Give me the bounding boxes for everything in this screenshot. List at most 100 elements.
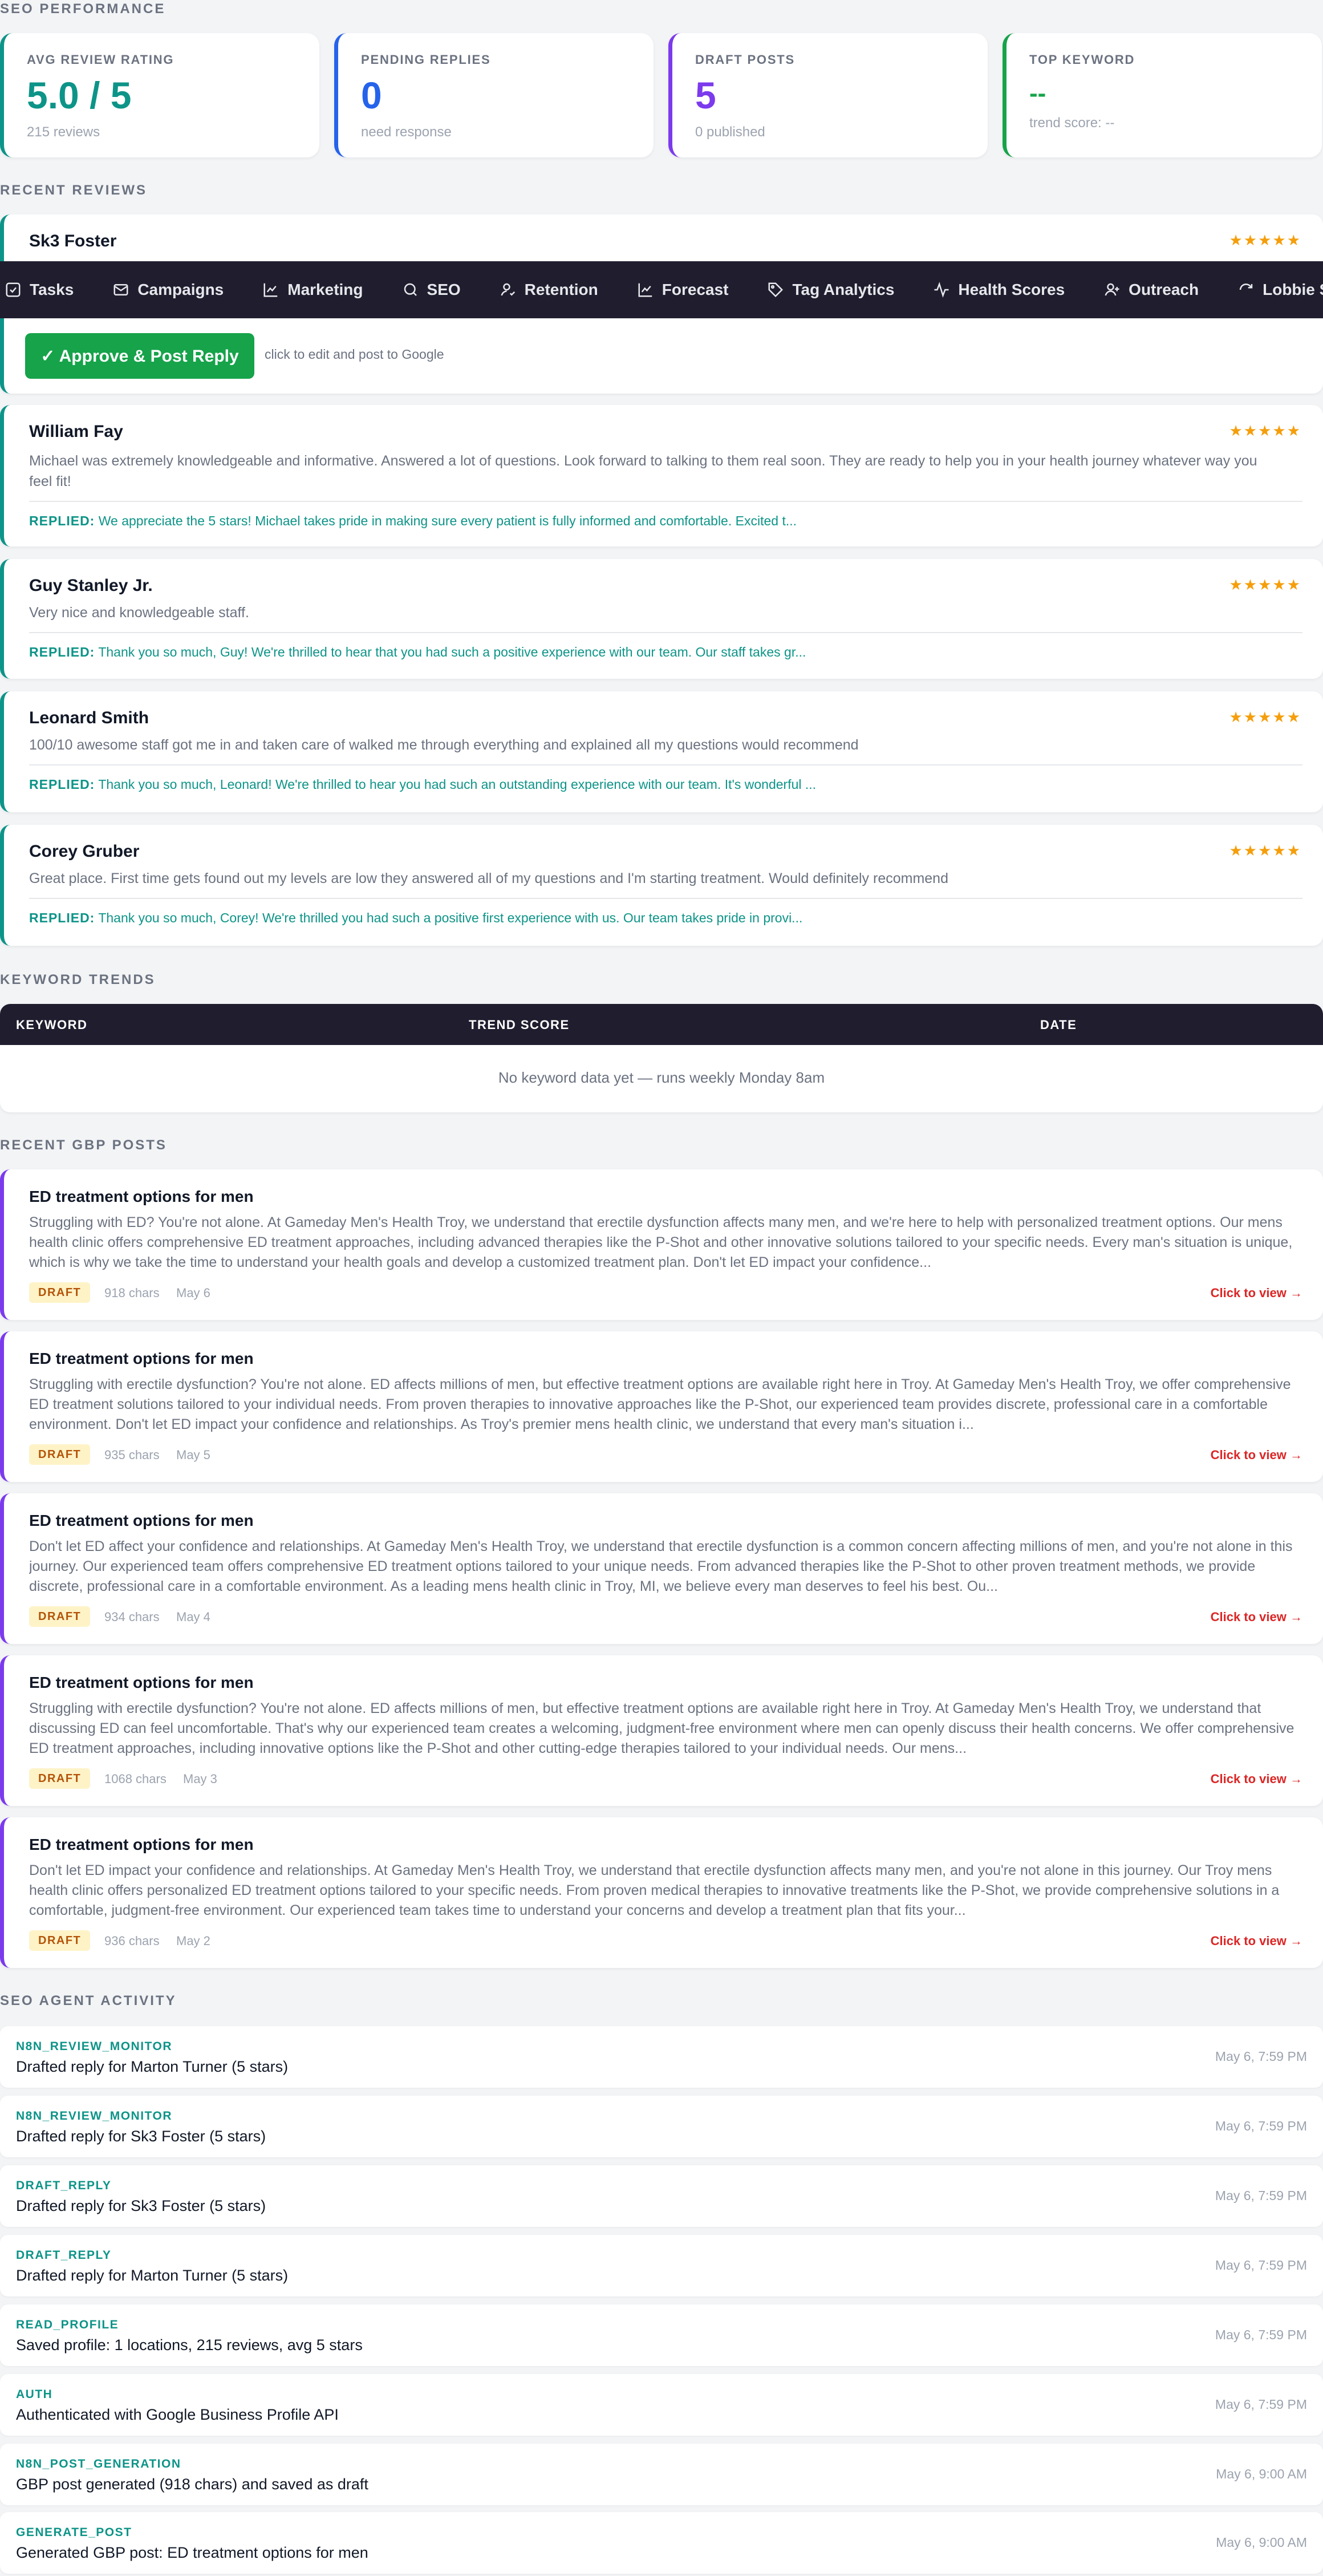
approve-hint-text: click to edit and post to Google (265, 347, 444, 362)
stat-value: -- (1029, 79, 1046, 107)
nav-item-campaigns[interactable]: Campaigns (112, 281, 224, 299)
click-to-view-link[interactable]: Click to view → (1211, 1934, 1302, 1949)
stat-label: DRAFT POSTS (695, 52, 796, 67)
activity-time: May 6, 7:59 PM (1215, 2397, 1307, 2412)
section-title-keyword-trends: KEYWORD TRENDS (0, 972, 156, 987)
review-card: Guy Stanley Jr. ★★★★★ Very nice and know… (0, 559, 1323, 679)
nav-item-lobbie-sync[interactable]: Lobbie Sync (1237, 281, 1323, 299)
refresh-icon (1239, 283, 1253, 290)
nav-item-label: Tag Analytics (792, 281, 895, 298)
nav-item-forecast[interactable]: Forecast (637, 281, 728, 299)
review-text: 100/10 awesome staff got me in and taken… (29, 737, 859, 753)
activity-agent: DRAFT_REPLY (16, 2179, 112, 2192)
reviewer-name: William Fay (29, 422, 123, 441)
activity-agent: READ_PROFILE (16, 2318, 119, 2331)
post-char-count: 918 chars (104, 1286, 160, 1300)
post-title: ED treatment options for men (29, 1188, 254, 1205)
post-char-count: 935 chars (104, 1448, 160, 1462)
activity-item: N8N_POST_GENERATION GBP post generated (… (0, 2444, 1323, 2505)
post-title: ED treatment options for men (29, 1350, 254, 1367)
click-to-view-link[interactable]: Click to view → (1211, 1286, 1302, 1301)
stat-value: 5.0 / 5 (27, 74, 132, 116)
stat-label: AVG REVIEW RATING (27, 52, 174, 67)
stat-card-avg-rating: AVG REVIEW RATING 5.0 / 5 215 reviews (0, 33, 319, 157)
activity-item: DRAFT_REPLY Drafted reply for Sk3 Foster… (0, 2165, 1323, 2227)
nav-item-label: Lobbie Sync (1263, 281, 1323, 298)
post-body: Don't let ED affect your confidence and … (29, 1538, 1293, 1594)
keyword-table-header: KEYWORD TREND SCORE DATE (0, 1004, 1323, 1045)
nav-item-label: Marketing (287, 281, 363, 298)
activity-description: Drafted reply for Sk3 Foster (5 stars) (16, 2197, 266, 2214)
stat-value: 5 (695, 74, 716, 116)
post-date: May 3 (183, 1772, 217, 1786)
nav-item-marketing[interactable]: Marketing (262, 281, 363, 299)
draft-badge: DRAFT (29, 1930, 91, 1951)
activity-item: READ_PROFILE Saved profile: 1 locations,… (0, 2304, 1323, 2366)
chart-line-icon (263, 283, 278, 297)
draft-badge: DRAFT (29, 1282, 91, 1303)
post-title: ED treatment options for men (29, 1836, 254, 1853)
activity-time: May 6, 7:59 PM (1215, 2119, 1307, 2133)
reply-prefix: REPLIED: (29, 513, 95, 528)
reply-prefix: REPLIED: (29, 777, 95, 792)
approve-post-reply-button[interactable]: ✓ Approve & Post Reply (25, 333, 254, 379)
post-char-count: 934 chars (104, 1610, 160, 1624)
reviewer-name: Leonard Smith (29, 708, 149, 727)
nav-item-tag-analytics[interactable]: Tag Analytics (767, 281, 894, 299)
reply-prefix: REPLIED: (29, 910, 95, 925)
checkbox-icon (6, 282, 21, 297)
click-to-view-link[interactable]: Click to view → (1211, 1448, 1302, 1463)
activity-description: Generated GBP post: ED treatment options… (16, 2544, 368, 2561)
draft-badge: DRAFT (29, 1606, 91, 1627)
click-to-view-link[interactable]: Click to view → (1211, 1772, 1302, 1787)
activity-agent: AUTH (16, 2388, 53, 2401)
chart-line-icon (638, 283, 652, 297)
activity-description: GBP post generated (918 chars) and saved… (16, 2476, 368, 2493)
keyword-table: KEYWORD TREND SCORE DATE No keyword data… (0, 1004, 1323, 1112)
activity-agent: DRAFT_REPLY (16, 2249, 112, 2262)
user-plus-icon (1105, 283, 1119, 296)
stat-sub: 215 reviews (27, 124, 100, 140)
stats-row: AVG REVIEW RATING 5.0 / 5 215 reviews PE… (0, 33, 1323, 159)
nav-item-tasks[interactable]: Tasks (5, 281, 74, 299)
activity-item: N8N_REVIEW_MONITOR Drafted reply for Sk3… (0, 2096, 1323, 2157)
star-rating: ★★★★★ (1229, 422, 1301, 439)
column-header-keyword: KEYWORD (16, 1018, 88, 1032)
star-rating: ★★★★★ (1229, 576, 1301, 593)
nav-item-outreach[interactable]: Outreach (1103, 281, 1199, 299)
activity-item: N8N_REVIEW_MONITOR Drafted reply for Mar… (0, 2026, 1323, 2088)
reviewer-name: Guy Stanley Jr. (29, 576, 153, 595)
stat-label: TOP KEYWORD (1029, 52, 1135, 67)
stat-card-pending-replies: PENDING REPLIES 0 need response (334, 33, 654, 157)
review-divider (29, 632, 1302, 633)
review-card: Leonard Smith ★★★★★ 100/10 awesome staff… (0, 691, 1323, 812)
post-card[interactable]: ED treatment options for men Don't let E… (0, 1817, 1323, 1968)
post-body: Struggling with erectile dysfunction? Yo… (29, 1376, 1291, 1432)
column-header-trend-score: TREND SCORE (469, 1018, 570, 1032)
nav-item-health-scores[interactable]: Health Scores (933, 281, 1065, 299)
nav-item-seo[interactable]: SEO (402, 281, 461, 299)
post-body: Don't let ED impact your confidence and … (29, 1862, 1280, 1918)
reply-text: We appreciate the 5 stars! Michael takes… (98, 513, 797, 528)
section-title-recent-gbp-posts: RECENT GBP POSTS (0, 1137, 167, 1153)
click-to-view-link[interactable]: Click to view → (1211, 1610, 1302, 1625)
post-body: Struggling with ED? You're not alone. At… (29, 1214, 1293, 1270)
nav-item-retention[interactable]: Retention (500, 281, 598, 299)
section-title-seo-performance: SEO PERFORMANCE (0, 1, 166, 17)
post-card[interactable]: ED treatment options for men Don't let E… (0, 1493, 1323, 1644)
review-text: Great place. First time gets found out m… (29, 870, 948, 886)
stat-sub: trend score: -- (1029, 115, 1115, 131)
activity-agent: N8N_POST_GENERATION (16, 2457, 181, 2470)
activity-agent: GENERATE_POST (16, 2526, 132, 2539)
user-retention-icon (501, 283, 515, 296)
star-rating: ★★★★★ (1229, 708, 1301, 726)
post-card[interactable]: ED treatment options for men Struggling … (0, 1169, 1323, 1320)
activity-time: May 6, 9:00 AM (1216, 2535, 1307, 2550)
activity-agent: N8N_REVIEW_MONITOR (16, 2109, 172, 2123)
post-card[interactable]: ED treatment options for men Struggling … (0, 1655, 1323, 1806)
post-char-count: 936 chars (104, 1934, 160, 1948)
review-card: Corey Gruber ★★★★★ Great place. First ti… (0, 825, 1323, 946)
post-card[interactable]: ED treatment options for men Struggling … (0, 1331, 1323, 1482)
reply-text: Thank you so much, Leonard! We're thrill… (98, 777, 817, 792)
reply-prefix: REPLIED: (29, 645, 95, 659)
